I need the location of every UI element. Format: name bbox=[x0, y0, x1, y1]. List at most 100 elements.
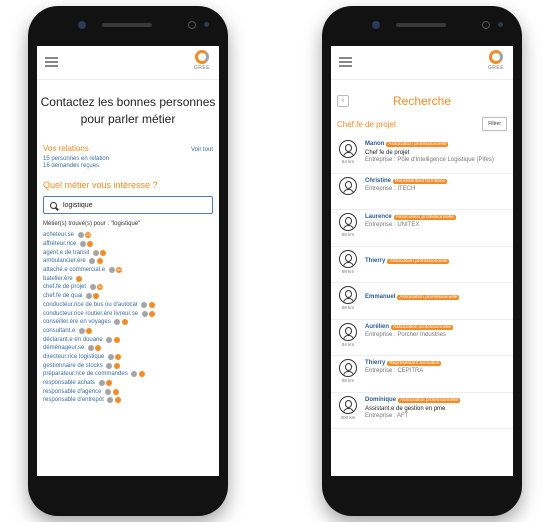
contact-item[interactable]: 300 km Dominique Association professionnel… bbox=[331, 393, 513, 429]
metier-name[interactable]: responsable achats bbox=[43, 380, 95, 386]
filter-button[interactable]: Filtrer bbox=[482, 117, 507, 131]
orange-count-badge[interactable] bbox=[76, 275, 83, 282]
avatar[interactable]: 98 km bbox=[338, 286, 358, 310]
orange-count-badge[interactable] bbox=[121, 319, 128, 326]
metier-name[interactable]: batelier.ère bbox=[43, 276, 73, 282]
metier-item[interactable]: acheteur.se 12 bbox=[43, 231, 213, 240]
orange-count-badge[interactable]: 40 bbox=[116, 267, 123, 274]
orange-count-badge[interactable] bbox=[95, 345, 102, 352]
metier-name[interactable]: conseiller.ère en voyages bbox=[43, 319, 111, 325]
app-logo[interactable]: GREE bbox=[191, 50, 213, 71]
contact-name[interactable]: Thierry bbox=[365, 258, 385, 264]
orange-count-badge[interactable] bbox=[149, 310, 156, 317]
menu-icon[interactable] bbox=[45, 57, 58, 67]
metier-item[interactable]: ambulancier.ère bbox=[43, 257, 213, 266]
orange-count-badge[interactable] bbox=[148, 301, 155, 308]
orange-count-badge[interactable] bbox=[112, 388, 119, 395]
metier-item[interactable]: déclarant.e en douane bbox=[43, 335, 213, 344]
grey-count-badge[interactable] bbox=[98, 380, 105, 387]
avatar[interactable]: 64 km bbox=[338, 140, 358, 164]
metier-name[interactable]: attaché.e commercial.e bbox=[43, 267, 105, 273]
metier-name[interactable]: chef.fe de quai bbox=[43, 293, 82, 299]
metier-name[interactable]: chef.fe de projet bbox=[43, 284, 86, 290]
app-logo[interactable]: GREE bbox=[485, 50, 507, 71]
contact-item[interactable]: 64 km Manon Association professionnelle Che… bbox=[331, 137, 513, 174]
metier-item[interactable]: attaché.e commercial.e 40 bbox=[43, 266, 213, 275]
avatar[interactable]: 300 km bbox=[338, 395, 358, 420]
grey-count-badge[interactable] bbox=[85, 293, 92, 300]
metier-name[interactable]: responsable d'agence bbox=[43, 389, 102, 395]
avatar[interactable]: 98 km bbox=[338, 359, 358, 383]
contact-name[interactable]: Laurence bbox=[365, 214, 392, 220]
metier-name[interactable]: déclarant.e en douane bbox=[43, 337, 103, 343]
metier-search[interactable] bbox=[43, 196, 213, 214]
orange-count-badge[interactable] bbox=[96, 258, 103, 265]
grey-count-badge[interactable] bbox=[106, 362, 113, 369]
back-button[interactable]: ‹ bbox=[337, 95, 349, 107]
grey-count-badge[interactable] bbox=[92, 249, 99, 256]
metier-name[interactable]: gestionnaire de stocks bbox=[43, 363, 103, 369]
grey-count-badge[interactable] bbox=[89, 284, 96, 291]
metier-name[interactable]: conducteur.rice de bus ou d'autocar bbox=[43, 302, 138, 308]
metier-name[interactable]: responsable d'entrepôt bbox=[43, 397, 104, 403]
metier-item[interactable]: affréteur.rice bbox=[43, 240, 213, 249]
metier-item[interactable]: responsable d'agence bbox=[43, 387, 213, 396]
voir-tout-link[interactable]: Voir tout bbox=[191, 147, 213, 153]
grey-count-badge[interactable] bbox=[108, 267, 115, 274]
metier-name[interactable]: affréteur.rice bbox=[43, 241, 76, 247]
metier-name[interactable]: ambulancier.ère bbox=[43, 258, 86, 264]
contact-name[interactable]: Emmanuel bbox=[365, 294, 395, 300]
metier-item[interactable]: consultant.e bbox=[43, 327, 213, 336]
contact-item[interactable]: 98 km Thierry Représentant formation Entrep… bbox=[331, 356, 513, 393]
grey-count-badge[interactable] bbox=[77, 232, 84, 239]
orange-count-badge[interactable]: 10 bbox=[97, 284, 104, 291]
orange-count-badge[interactable] bbox=[93, 293, 100, 300]
orange-count-badge[interactable]: 12 bbox=[85, 232, 92, 239]
grey-count-badge[interactable] bbox=[79, 241, 86, 248]
metier-name[interactable]: agent.e de transit bbox=[43, 250, 89, 256]
grey-count-badge[interactable] bbox=[141, 301, 148, 308]
metier-search-input[interactable] bbox=[63, 201, 193, 209]
contact-item[interactable]: 98 km Thierry Association professionnelle bbox=[331, 247, 513, 283]
metier-item[interactable]: chef.fe de projet 10 bbox=[43, 283, 213, 292]
avatar[interactable] bbox=[338, 176, 358, 196]
avatar[interactable]: 98 km bbox=[338, 213, 358, 237]
orange-count-badge[interactable] bbox=[115, 353, 122, 360]
metier-item[interactable]: conducteur.rice de bus ou d'autocar bbox=[43, 301, 213, 310]
grey-count-badge[interactable] bbox=[89, 258, 96, 265]
contact-name[interactable]: Aurélien bbox=[365, 324, 389, 330]
grey-count-badge[interactable] bbox=[107, 397, 114, 404]
orange-count-badge[interactable] bbox=[86, 327, 93, 334]
grey-count-badge[interactable] bbox=[87, 345, 94, 352]
contact-name[interactable]: Thierry bbox=[365, 360, 385, 366]
metier-item[interactable]: agent.e de transit bbox=[43, 248, 213, 257]
metier-item[interactable]: conseiller.ère en voyages bbox=[43, 318, 213, 327]
contact-name[interactable]: Christine bbox=[365, 178, 391, 184]
requests-count[interactable]: 16 demandes reçues bbox=[37, 163, 219, 169]
metier-name[interactable]: préparateur.rice de commandes bbox=[43, 371, 128, 377]
contact-name[interactable]: Manon bbox=[365, 141, 384, 147]
orange-count-badge[interactable] bbox=[106, 380, 113, 387]
metier-name[interactable]: consultant.e bbox=[43, 328, 75, 334]
orange-count-badge[interactable] bbox=[100, 249, 107, 256]
orange-count-badge[interactable] bbox=[87, 241, 94, 248]
avatar[interactable]: 54 km bbox=[338, 322, 358, 347]
contact-item[interactable]: Christine Représentant formation Entrepris… bbox=[331, 174, 513, 210]
orange-count-badge[interactable] bbox=[113, 362, 120, 369]
metier-item[interactable]: directeur.rice logistique bbox=[43, 353, 213, 362]
avatar[interactable]: 98 km bbox=[338, 249, 358, 274]
relations-count[interactable]: 15 personnes en relation bbox=[37, 156, 219, 162]
metier-item[interactable]: batelier.ère bbox=[43, 274, 213, 283]
metier-item[interactable]: préparateur.rice de commandes bbox=[43, 370, 213, 379]
orange-count-badge[interactable] bbox=[138, 371, 145, 378]
orange-count-badge[interactable] bbox=[114, 397, 121, 404]
grey-count-badge[interactable] bbox=[105, 388, 112, 395]
contact-name[interactable]: Dominique bbox=[365, 397, 396, 403]
metier-item[interactable]: déménageur.se bbox=[43, 344, 213, 353]
contact-item[interactable]: 98 km Laurence Association professionnelle… bbox=[331, 210, 513, 247]
metier-item[interactable]: gestionnaire de stocks bbox=[43, 361, 213, 370]
grey-count-badge[interactable] bbox=[114, 319, 121, 326]
metier-item[interactable]: responsable achats bbox=[43, 379, 213, 388]
grey-count-badge[interactable] bbox=[131, 371, 138, 378]
grey-count-badge[interactable] bbox=[106, 336, 113, 343]
